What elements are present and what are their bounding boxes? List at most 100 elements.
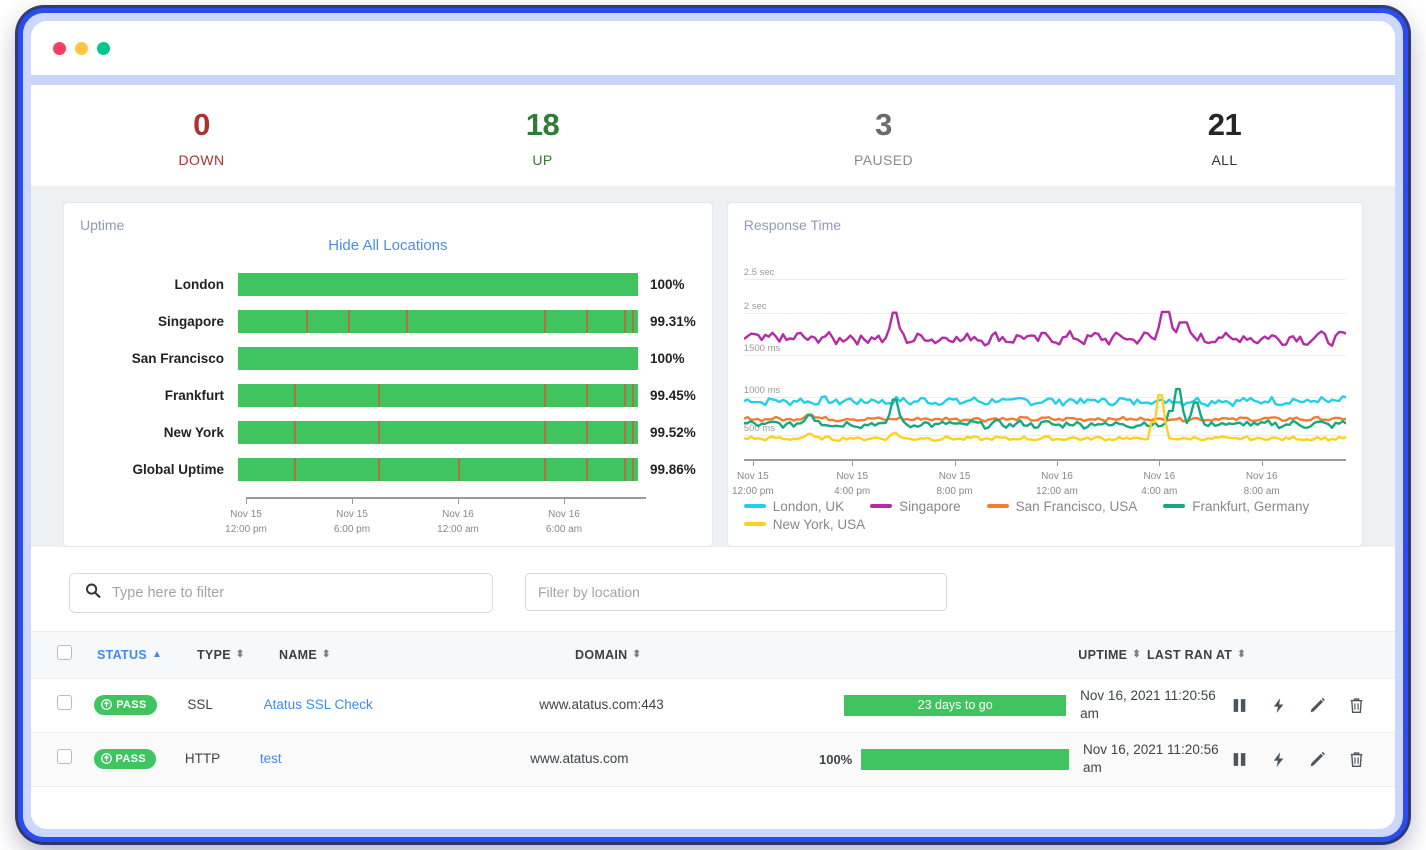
close-dot[interactable] — [53, 42, 66, 55]
legend-item[interactable]: New York, USA — [744, 517, 865, 532]
sort-both-icon: ⬍ — [322, 649, 331, 660]
uptime-row: Frankfurt99.45% — [86, 377, 696, 414]
uptime-incident-mark — [586, 458, 588, 481]
pencil-icon[interactable] — [1309, 697, 1326, 714]
legend-item[interactable]: Frankfurt, Germany — [1163, 499, 1309, 514]
uptime-incident-mark — [406, 310, 408, 333]
pause-icon[interactable] — [1231, 697, 1248, 714]
legend-label: Singapore — [899, 499, 961, 514]
maximize-dot[interactable] — [97, 42, 110, 55]
pass-icon — [101, 699, 112, 710]
axis-tick-label: Nov 1612:00 am — [1036, 469, 1078, 499]
stat-value-down: 0 — [31, 107, 372, 143]
stat-card-down[interactable]: 0 DOWN — [31, 107, 372, 168]
trash-icon[interactable] — [1348, 697, 1365, 714]
axis-tick-label: Nov 166:00 am — [546, 507, 582, 537]
uptime-bar[interactable] — [238, 421, 638, 444]
response-time-x-axis: Nov 1512:00 pmNov 154:00 pmNov 158:00 pm… — [744, 459, 1346, 503]
uptime-bar[interactable] — [238, 384, 638, 407]
stat-card-paused[interactable]: 3 PAUSED — [713, 107, 1054, 168]
monitor-name-link[interactable]: test — [260, 751, 282, 766]
axis-tick — [1262, 461, 1263, 466]
uptime-progress-label: 23 days to go — [918, 698, 993, 712]
lightning-icon[interactable] — [1270, 697, 1287, 714]
window-titlebar — [31, 21, 1395, 75]
monitor-name-link[interactable]: Atatus SSL Check — [264, 697, 373, 712]
browser-mockup-frame: 0 DOWN 18 UP 3 PAUSED 21 ALL Uptime Hide… — [18, 8, 1408, 842]
uptime-x-axis: Nov 1512:00 pmNov 156:00 pmNov 1612:00 a… — [246, 497, 646, 543]
legend-item[interactable]: San Francisco, USA — [987, 499, 1138, 514]
minimize-dot[interactable] — [75, 42, 88, 55]
response-panel-title: Response Time — [744, 217, 1346, 233]
column-header-domain[interactable]: DOMAIN⬍ — [575, 648, 891, 662]
table-row[interactable]: PASSSSLAtatus SSL Checkwww.atatus.com:44… — [31, 679, 1395, 733]
search-input[interactable] — [69, 573, 493, 613]
section-divider — [31, 186, 1395, 202]
uptime-panel: Uptime Hide All Locations London100%Sing… — [63, 202, 713, 547]
uptime-incident-mark — [586, 310, 588, 333]
response-time-panel: Response Time 2.5 sec2 sec1500 ms1000 ms… — [727, 202, 1363, 547]
legend-item[interactable]: Singapore — [870, 499, 961, 514]
column-header-lastran[interactable]: LAST RAN AT⬍ — [1147, 648, 1317, 662]
column-header-status[interactable]: STATUS ▲ — [97, 648, 197, 662]
uptime-bar[interactable] — [238, 273, 638, 296]
stat-label-down: DOWN — [31, 152, 372, 168]
uptime-incident-mark — [624, 458, 626, 481]
pause-icon[interactable] — [1231, 751, 1248, 768]
uptime-bar[interactable] — [238, 458, 638, 481]
location-input[interactable] — [525, 573, 947, 611]
column-label-status: STATUS — [97, 648, 147, 662]
stat-card-up[interactable]: 18 UP — [372, 107, 713, 168]
uptime-location-label: San Francisco — [86, 351, 238, 366]
uptime-incident-mark — [306, 310, 308, 333]
uptime-incident-mark — [632, 384, 634, 407]
uptime-incident-mark — [348, 310, 350, 333]
legend-swatch — [744, 504, 766, 508]
uptime-percent-label: 100% — [638, 277, 685, 292]
sort-both-icon: ⬍ — [1132, 649, 1141, 660]
status-badge-label: PASS — [116, 699, 146, 711]
uptime-percent-label: 100% — [638, 351, 685, 366]
pass-icon — [101, 753, 112, 764]
select-all-checkbox[interactable] — [57, 645, 72, 660]
uptime-bar-chart: London100%Singapore99.31%San Francisco10… — [80, 266, 696, 488]
stat-card-all[interactable]: 21 ALL — [1054, 107, 1395, 168]
hide-all-locations-link[interactable]: Hide All Locations — [80, 237, 696, 254]
stat-value-paused: 3 — [713, 107, 1054, 143]
table-row[interactable]: PASSHTTPtestwww.atatus.com100%Nov 16, 20… — [31, 733, 1395, 787]
uptime-row: Global Uptime 99.86% — [86, 451, 696, 488]
uptime-incident-mark — [378, 384, 380, 407]
pencil-icon[interactable] — [1309, 751, 1326, 768]
row-checkbox[interactable] — [57, 749, 72, 764]
trash-icon[interactable] — [1348, 751, 1365, 768]
column-label-lastran: LAST RAN AT — [1147, 648, 1232, 662]
uptime-row: London100% — [86, 266, 696, 303]
uptime-bar[interactable] — [238, 347, 638, 370]
uptime-percent-label: 99.86% — [638, 462, 696, 477]
uptime-percent-label: 99.45% — [638, 388, 696, 403]
last-ran-at: Nov 16, 2021 11:20:56 am — [1083, 742, 1219, 775]
table-body: PASSSSLAtatus SSL Checkwww.atatus.com:44… — [31, 679, 1395, 787]
sort-asc-icon: ▲ — [152, 649, 162, 660]
uptime-progress-bar — [861, 749, 1069, 770]
column-header-type[interactable]: TYPE⬍ — [197, 648, 279, 662]
axis-tick — [352, 499, 353, 504]
row-checkbox[interactable] — [57, 695, 72, 710]
uptime-incident-mark — [544, 384, 546, 407]
table-header-row: STATUS ▲ TYPE⬍ NAME⬍ DOMAIN⬍ UPTIME ⬍ LAST… — [31, 631, 1395, 679]
column-header-uptime[interactable]: UPTIME ⬍ — [1078, 648, 1141, 662]
uptime-location-label: Singapore — [86, 314, 238, 329]
uptime-location-label: Global Uptime — [86, 462, 238, 477]
titlebar-divider — [31, 75, 1395, 85]
column-header-name[interactable]: NAME⬍ — [279, 648, 575, 662]
uptime-percent-label: 99.52% — [638, 425, 696, 440]
axis-tick-label: Nov 168:00 am — [1244, 469, 1280, 499]
legend-label: San Francisco, USA — [1016, 499, 1138, 514]
legend-item[interactable]: London, UK — [744, 499, 844, 514]
uptime-incident-mark — [294, 384, 296, 407]
app-window: 0 DOWN 18 UP 3 PAUSED 21 ALL Uptime Hide… — [31, 21, 1395, 829]
uptime-incident-mark — [458, 458, 460, 481]
column-label-uptime: UPTIME — [1078, 648, 1127, 662]
lightning-icon[interactable] — [1270, 751, 1287, 768]
uptime-bar[interactable] — [238, 310, 638, 333]
